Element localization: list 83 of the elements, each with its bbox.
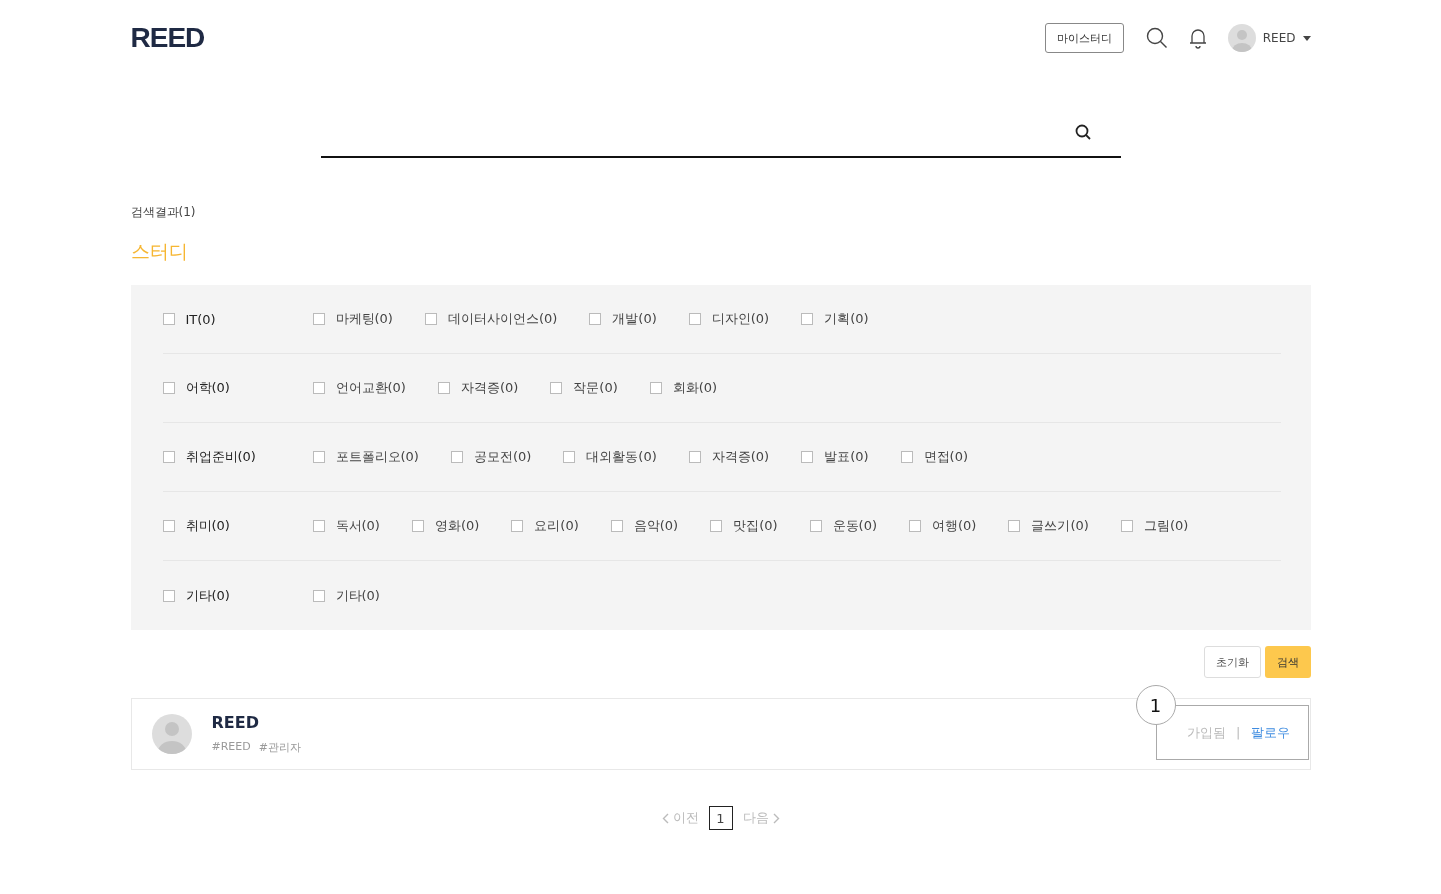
subcategory-label: 대외활동(0) [586,448,657,466]
checkbox[interactable] [162,313,175,325]
checkbox[interactable] [710,520,723,532]
checkbox[interactable] [424,313,437,325]
checkbox[interactable] [450,451,463,463]
subcategory-label: 독서(0) [335,517,380,535]
avatar [1227,24,1256,52]
checkbox[interactable] [688,451,701,463]
subcategory-label: 공모전(0) [473,448,532,466]
subcategory-label: 음악(0) [633,517,679,535]
subcategory-label: 영화(0) [434,517,480,535]
chevron-left-icon [661,812,669,824]
subcategory-label: 면접(0) [923,448,969,466]
checkbox[interactable] [1008,520,1021,532]
tag: #REED [211,740,251,755]
checkbox[interactable] [312,382,325,394]
checkbox[interactable] [801,313,814,325]
subcategory-label: 요리(0) [534,517,579,535]
subcategory-label: 자격증(0) [460,379,519,397]
checkbox[interactable] [411,520,424,532]
bell-icon[interactable] [1187,27,1208,49]
page-number[interactable]: 1 [708,806,733,830]
category-label: 취미(0) [185,517,230,535]
search-icon[interactable] [1074,124,1091,140]
search-icon[interactable] [1145,27,1168,49]
logo[interactable]: REED [130,22,205,54]
separator: | [1236,725,1241,740]
result-count: 검색결과(1) [130,204,197,221]
checkbox[interactable] [437,382,450,394]
subcategory-label: 여행(0) [932,517,977,535]
category-label: 기타(0) [185,586,230,605]
category-label: 어학(0) [185,379,230,397]
subcategory-label: 글쓰기(0) [1031,517,1089,535]
subcategory-label: 그림(0) [1143,517,1189,535]
caret-icon [1302,35,1311,41]
subcategory-label: 맛집(0) [733,517,778,535]
search-button[interactable]: 검색 [1264,646,1311,678]
subcategory-label: 데이터사이언스(0) [447,310,558,328]
checkbox[interactable] [809,520,822,532]
subcategory-label: 자격증(0) [711,448,770,466]
checkbox[interactable] [312,520,325,532]
checkbox[interactable] [900,451,913,463]
subcategory-label: 포트폴리오(0) [335,448,419,466]
subcategory-label: 작문(0) [573,379,618,397]
checkbox[interactable] [1120,520,1133,532]
category-label: IT(0) [185,311,216,327]
checkbox[interactable] [162,589,175,602]
follow-link[interactable]: 팔로우 [1250,723,1290,742]
tag: #관리자 [258,740,301,755]
section-title: 스터디 [130,239,189,264]
category-label: 취업준비(0) [185,448,256,466]
subcategory-label: 언어교환(0) [335,379,406,397]
subcategory-label: 디자인(0) [711,310,770,328]
subcategory-label: 운동(0) [832,517,878,535]
checkbox[interactable] [589,313,602,325]
checkbox[interactable] [511,520,524,532]
checkbox[interactable] [312,451,325,463]
subcategory-label: 기타(0) [335,586,380,605]
user-menu[interactable]: REED [1227,24,1311,52]
checkbox[interactable] [909,520,922,532]
member-count-badge: 1 [1135,685,1176,725]
subcategory-label: 발표(0) [824,448,869,466]
checkbox[interactable] [550,382,563,394]
subcategory-label: 기획(0) [824,310,869,328]
avatar [151,714,192,754]
joined-status: 가입됨 [1187,723,1227,742]
my-study-button[interactable]: 마이스터디 [1044,23,1124,53]
reset-button[interactable]: 초기화 [1203,646,1261,678]
checkbox[interactable] [563,451,576,463]
checkbox[interactable] [312,313,325,325]
checkbox[interactable] [312,589,325,602]
checkbox[interactable] [162,520,175,532]
checkbox[interactable] [649,382,662,394]
chevron-right-icon [772,812,780,824]
subcategory-label: 개발(0) [612,310,657,328]
study-name: REED [211,713,260,732]
checkbox[interactable] [162,451,175,463]
checkbox[interactable] [162,382,175,394]
checkbox[interactable] [688,313,701,325]
checkbox[interactable] [610,520,623,532]
subcategory-label: 회화(0) [672,379,718,397]
subcategory-label: 마케팅(0) [335,310,393,328]
checkbox[interactable] [801,451,814,463]
